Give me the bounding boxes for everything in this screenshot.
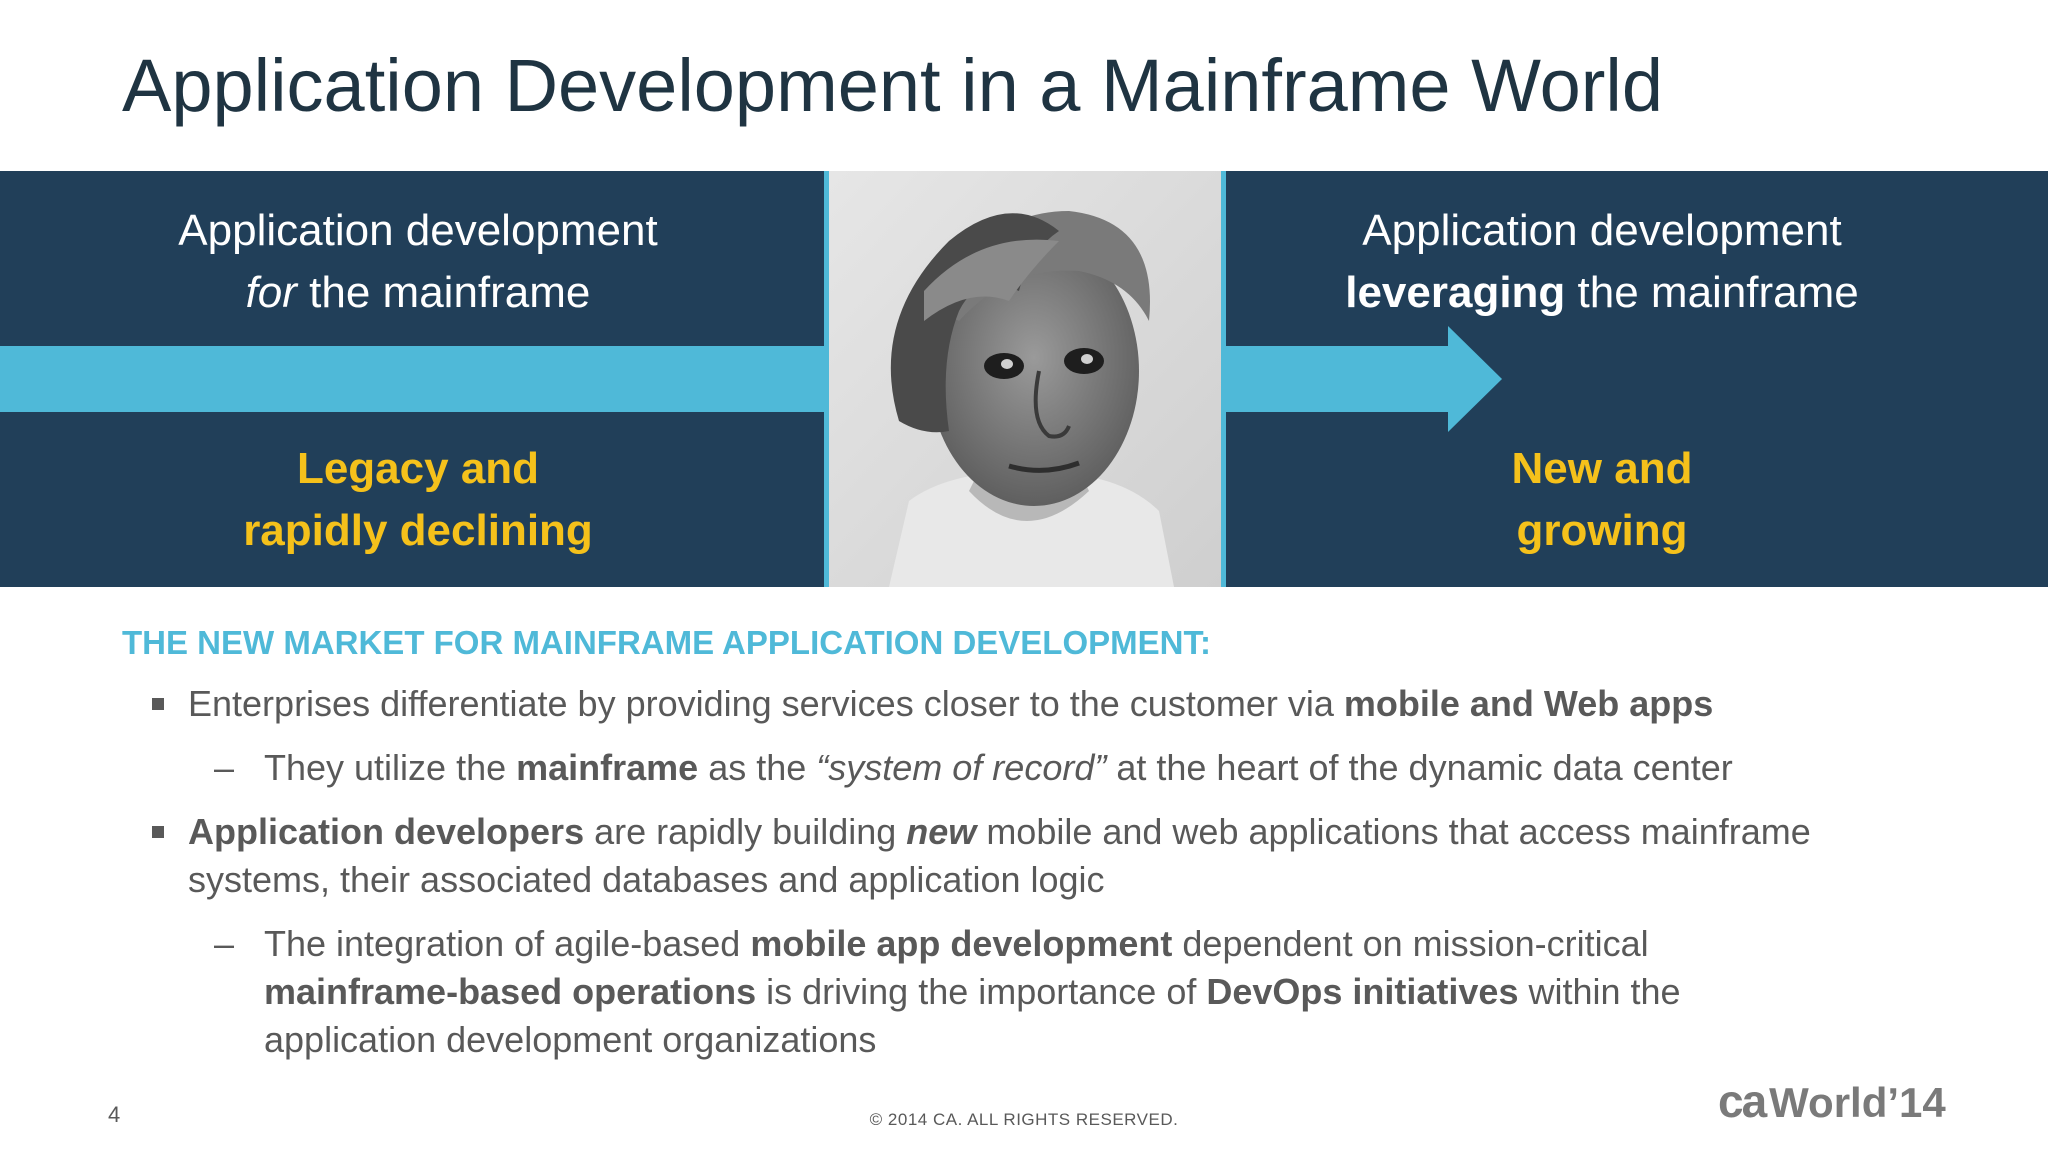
square-bullet-icon <box>152 826 164 838</box>
subitem-text: as the <box>698 747 817 788</box>
slide-title: Application Development in a Mainframe W… <box>122 44 1664 127</box>
dash-bullet-icon: – <box>214 923 235 964</box>
bullet-bold-italic: new <box>906 811 977 852</box>
logo-brand: ca <box>1718 1075 1767 1127</box>
right-banner-line1: Application development <box>1362 206 1842 255</box>
left-banner-line1: Application development <box>178 206 658 255</box>
subitem-text: They utilize the <box>264 747 517 788</box>
left-banner-line2: for the mainframe <box>48 262 788 324</box>
dash-bullet-icon: – <box>214 747 235 788</box>
arrow-band-left <box>0 346 824 412</box>
left-banner-line2-rest: the mainframe <box>296 268 591 317</box>
subitem-text: The integration of agile-based <box>264 923 751 964</box>
subitem-bold: mobile app development <box>750 923 1173 964</box>
subitem-text: dependent on mission-critical <box>1172 923 1649 964</box>
bullet-list: Enterprises differentiate by providing s… <box>144 680 1844 1080</box>
arrow-band-right <box>1226 346 1450 412</box>
left-banner-emphasis: for <box>245 268 297 317</box>
right-banner-emphasis: leveraging <box>1345 268 1566 317</box>
right-banner-heading: Application development leveraging the m… <box>1232 200 1972 324</box>
right-status-line1: New and <box>1511 444 1693 493</box>
right-status-line2: growing <box>1516 506 1688 555</box>
bullet-item-app-developers: Application developers are rapidly build… <box>144 808 1844 904</box>
subitem-bold: mainframe-based operations <box>264 971 757 1012</box>
bullet-bold: mobile and Web apps <box>1343 683 1714 724</box>
right-banner-line2: leveraging the mainframe <box>1232 262 1972 324</box>
logo-year: ’14 <box>1887 1079 1946 1126</box>
logo-word: World <box>1769 1079 1888 1126</box>
subitem-text: at the heart of the dynamic data center <box>1106 747 1733 788</box>
subitem-bold: mainframe <box>516 747 699 788</box>
bullet-subitem-system-of-record: – They utilize the mainframe as the “sys… <box>144 744 1844 792</box>
bullet-text: Enterprises differentiate by providing s… <box>188 683 1344 724</box>
section-heading: THE NEW MARKET FOR MAINFRAME APPLICATION… <box>122 624 1211 661</box>
right-banner-line2-rest: the mainframe <box>1565 268 1859 317</box>
left-banner-heading: Application development for the mainfram… <box>48 200 788 324</box>
bullet-text: are rapidly building <box>584 811 907 852</box>
left-banner-status: Legacy and rapidly declining <box>48 438 788 562</box>
right-banner-status: New and growing <box>1232 438 1972 562</box>
bullet-bold: Application developers <box>188 811 585 852</box>
subitem-text: is driving the importance of <box>756 971 1207 1012</box>
left-status-line1: Legacy and <box>296 444 540 493</box>
subitem-italic: “system of record” <box>816 747 1107 788</box>
left-status-line2: rapidly declining <box>243 506 593 555</box>
subitem-bold: DevOps initiatives <box>1206 971 1519 1012</box>
bullet-item-enterprises: Enterprises differentiate by providing s… <box>144 680 1844 728</box>
bullet-subitem-devops: – The integration of agile-based mobile … <box>144 920 1844 1064</box>
square-bullet-icon <box>152 698 164 710</box>
portrait-photo <box>824 171 1226 587</box>
ca-world-logo: caWorld’14 <box>1718 1075 1946 1127</box>
